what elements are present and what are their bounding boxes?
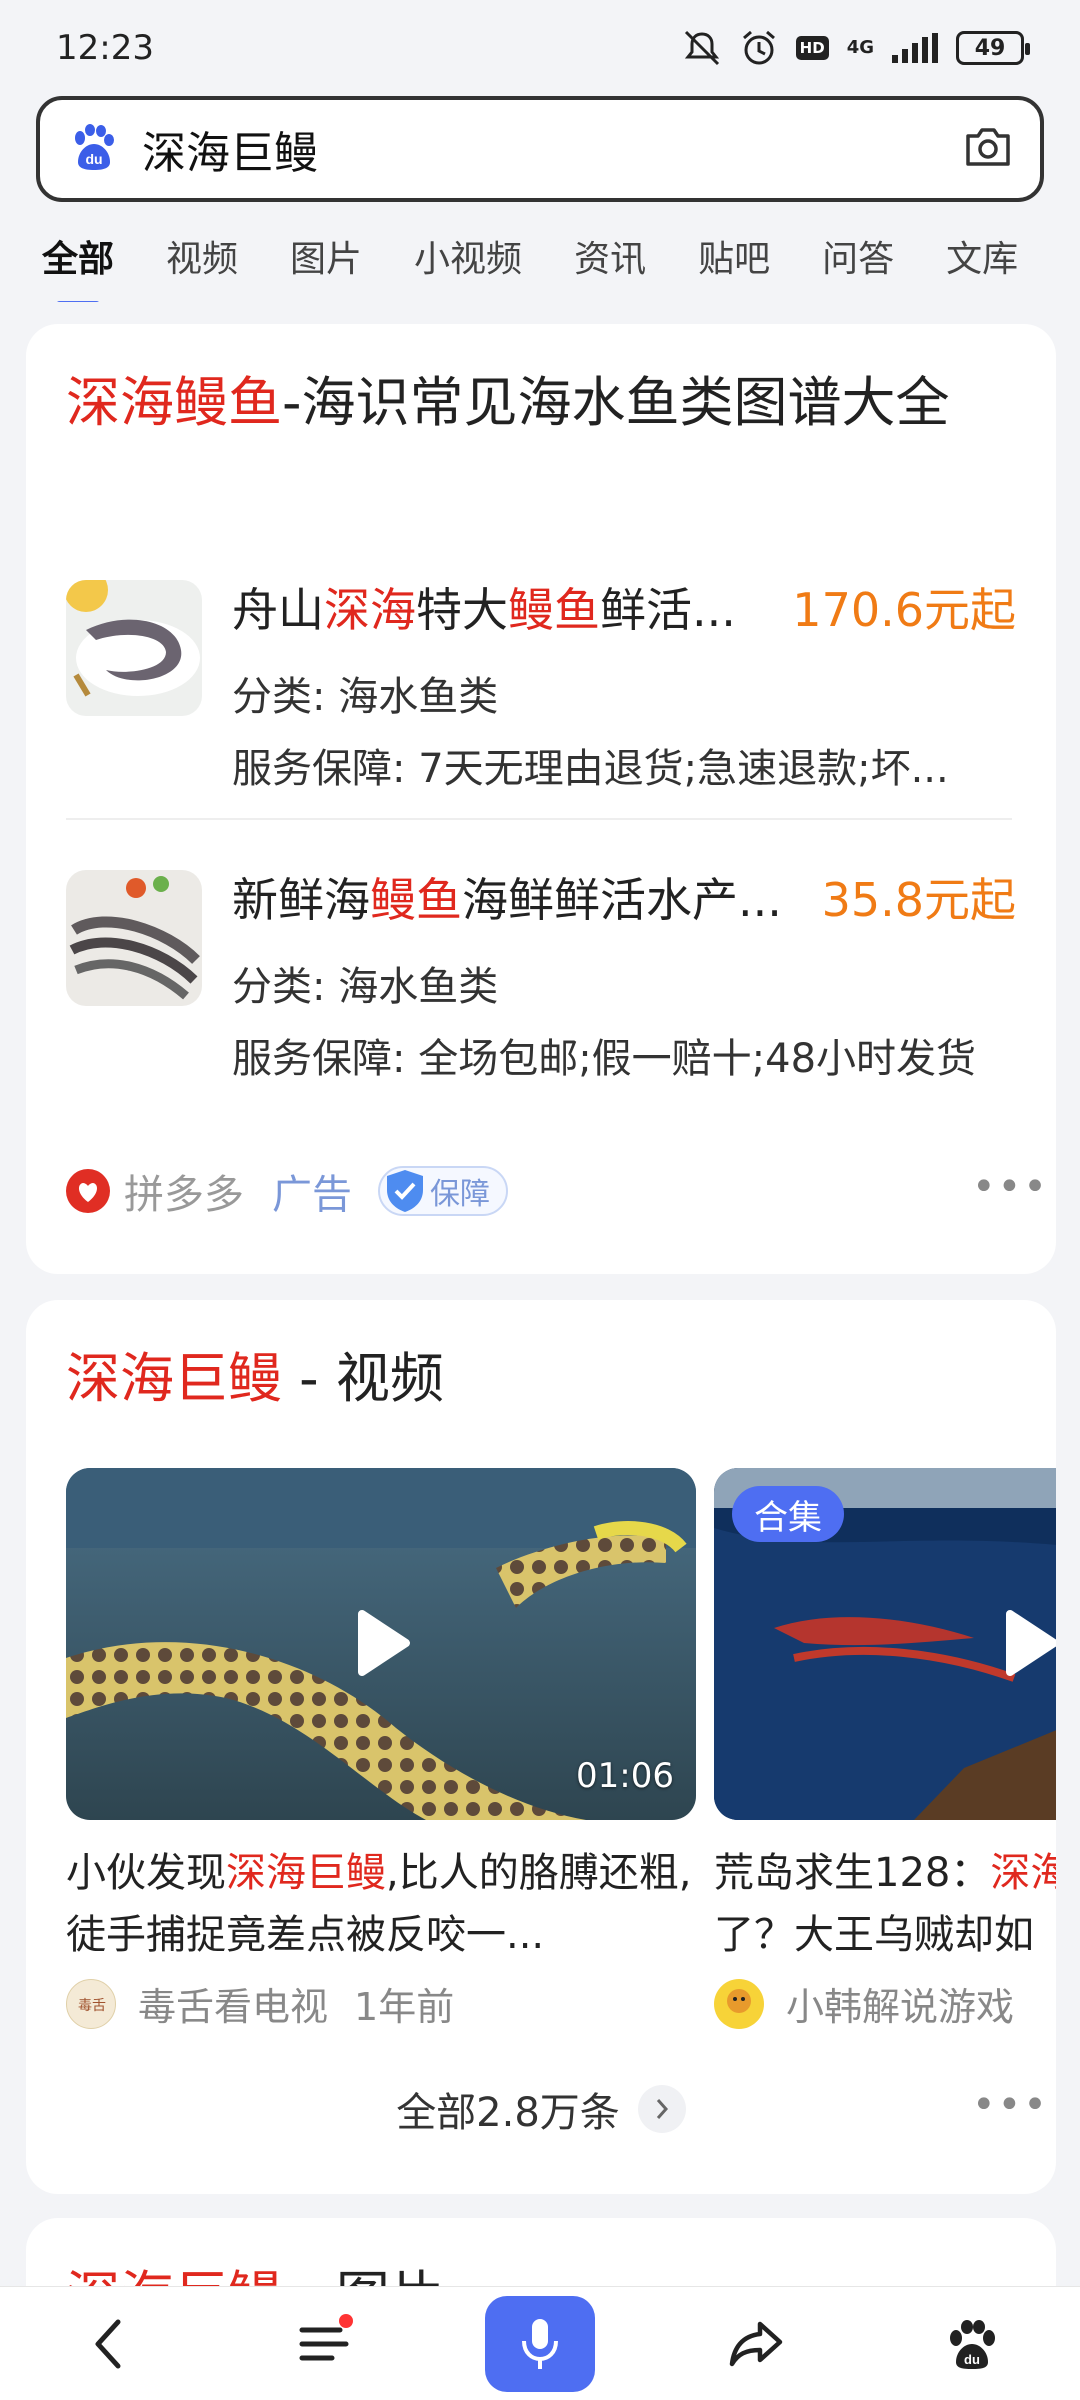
see-all-videos[interactable]: 全部2.8万条: [26, 2080, 1056, 2138]
alarm-icon: [740, 29, 778, 67]
status-time: 12:23: [56, 28, 154, 68]
video-duration: 01:06: [576, 1756, 674, 1796]
video-result-card: 深海巨鳗 - 视频 01:06 小伙发现深海巨鳗,比人的胳膊还粗,徒手捕捉竟差点…: [26, 1300, 1056, 2194]
product-thumbnail: [66, 870, 202, 1006]
see-all-label: 全部2.8万条: [396, 2090, 620, 2136]
mute-icon: [682, 30, 722, 66]
tab-qa[interactable]: 问答: [822, 230, 894, 282]
product-name: 舟山深海特大鳗鱼鲜活...: [232, 583, 736, 637]
video-author[interactable]: 毒舌看电视: [138, 1976, 328, 2031]
ad-label: 广告: [272, 1172, 352, 1218]
status-bar: 12:23 HD 4G 49: [0, 0, 1080, 96]
author-avatar: [714, 1978, 764, 2029]
baidu-paw-icon[interactable]: du: [917, 2296, 1027, 2392]
tab-tieba[interactable]: 贴吧: [698, 230, 770, 282]
video-meta: 小韩解说游戏: [714, 1976, 1014, 2031]
battery-level: 49: [974, 35, 1006, 61]
search-box[interactable]: du 深海巨鳗: [36, 96, 1044, 202]
play-icon[interactable]: [356, 1608, 412, 1682]
more-options-icon[interactable]: •••: [972, 1164, 1049, 1210]
ad-card-title[interactable]: 深海鳗鱼-海识常见海水鱼类图谱大全: [66, 364, 1016, 442]
hd-badge: HD: [795, 36, 829, 60]
mic-icon[interactable]: [485, 2295, 595, 2392]
ad-footer: 拼多多 广告 保障: [66, 1162, 508, 1220]
notification-dot: [339, 2313, 353, 2328]
menu-icon[interactable]: [269, 2296, 379, 2392]
video-title: 小伙发现深海巨鳗,比人的胳膊还粗,徒手捕捉竟差点被反咬一...: [66, 1850, 692, 1958]
video-title-rest: - 视频: [282, 1347, 444, 1410]
svg-text:毒舌: 毒舌: [78, 1998, 106, 2014]
ad-title-rest: -海识常见海水鱼类图谱大全: [282, 371, 950, 434]
play-icon[interactable]: [1004, 1608, 1056, 1682]
search-tabs: 全部 视频 图片 小视频 资讯 贴吧 问答 文库: [0, 210, 1080, 302]
chevron-right-icon: [637, 2085, 686, 2133]
ad-result-card: 深海鳗鱼-海识常见海水鱼类图谱大全 舟山深海特大鳗鱼鲜活... 170.6元起 …: [26, 324, 1056, 1274]
video-meta: 毒舌 毒舌看电视 1年前: [66, 1976, 454, 2031]
search-input[interactable]: 深海巨鳗: [142, 117, 962, 181]
product-price: 35.8元起: [821, 873, 1016, 927]
share-icon[interactable]: [701, 2296, 811, 2392]
product-service: 服务保障: 全场包邮;假一赔十;48小时发货: [232, 1036, 977, 1082]
network-label: 4G: [846, 37, 874, 58]
guarantee-badge[interactable]: 保障: [378, 1166, 508, 1216]
signal-icon: [892, 33, 938, 63]
video-item[interactable]: 01:06 小伙发现深海巨鳗,比人的胳膊还粗,徒手捕捉竟差点被反咬一... 毒舌…: [66, 1468, 696, 2048]
video-card-title[interactable]: 深海巨鳗 - 视频: [66, 1340, 444, 1418]
tab-news[interactable]: 资讯: [574, 230, 646, 282]
product-name: 新鲜海鳗鱼海鲜鲜活水产...: [232, 873, 782, 927]
video-thumbnail: 合集: [714, 1468, 1056, 1820]
product-item[interactable]: 舟山深海特大鳗鱼鲜活... 170.6元起 分类: 海水鱼类 服务保障: 7天无…: [66, 580, 1016, 792]
video-title-highlight: 深海巨鳗: [66, 1347, 282, 1410]
status-icons: HD 4G 49: [682, 29, 1030, 67]
svg-text:du: du: [964, 2352, 980, 2367]
video-title: 荒岛求生128：深海了？大王乌贼却如: [714, 1850, 1056, 1958]
video-thumbnail: 01:06: [66, 1468, 696, 1820]
ad-title-highlight: 深海鳗鱼: [66, 371, 282, 434]
ad-source[interactable]: 拼多多: [124, 1162, 244, 1220]
product-thumbnail: [66, 580, 202, 716]
video-author[interactable]: 小韩解说游戏: [786, 1976, 1014, 2031]
tab-video[interactable]: 视频: [166, 230, 238, 282]
tab-short-video[interactable]: 小视频: [414, 230, 522, 282]
video-item[interactable]: 合集 荒岛求生128：深海了？大王乌贼却如 小韩解说游戏: [714, 1468, 1056, 2048]
battery-icon: 49: [956, 31, 1030, 65]
bottom-nav: du: [0, 2286, 1080, 2400]
pinduoduo-logo-icon: [66, 1169, 110, 1213]
product-item[interactable]: 新鲜海鳗鱼海鲜鲜活水产... 35.8元起 分类: 海水鱼类 服务保障: 全场包…: [66, 870, 1016, 1082]
product-category: 分类: 海水鱼类: [232, 674, 499, 720]
divider: [66, 818, 1012, 820]
camera-icon[interactable]: [962, 124, 1014, 174]
shield-check-icon: [387, 1170, 423, 1212]
product-service: 服务保障: 7天无理由退货;急速退款;坏...: [232, 746, 949, 792]
video-time: 1年前: [354, 1985, 455, 2029]
guarantee-label: 保障: [430, 1177, 490, 1212]
baidu-logo-icon: du: [68, 122, 118, 176]
collection-badge: 合集: [732, 1486, 844, 1542]
tab-all[interactable]: 全部: [42, 230, 114, 302]
author-avatar: 毒舌: [66, 1978, 116, 2029]
product-category: 分类: 海水鱼类: [232, 964, 499, 1010]
more-options-icon[interactable]: •••: [972, 2082, 1049, 2128]
svg-text:du: du: [85, 151, 102, 167]
tab-images[interactable]: 图片: [290, 230, 362, 282]
tab-wenku[interactable]: 文库: [946, 230, 1018, 282]
product-price: 170.6元起: [792, 583, 1016, 637]
back-icon[interactable]: [53, 2296, 163, 2392]
